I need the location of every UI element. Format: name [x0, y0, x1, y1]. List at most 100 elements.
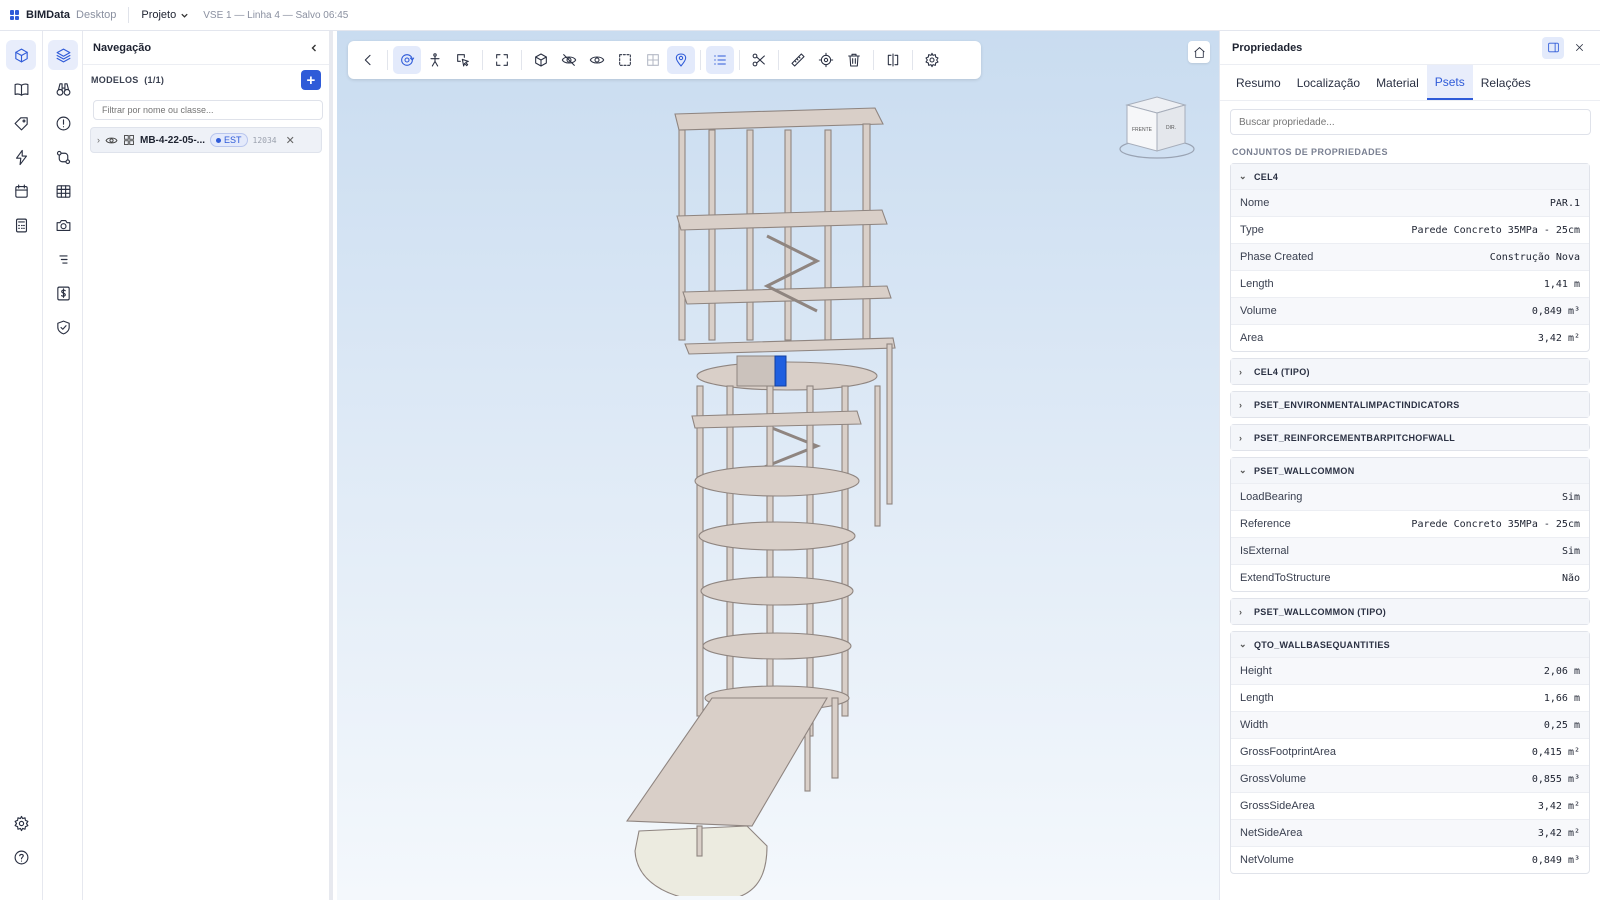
map-pin-icon: [675, 53, 687, 67]
close-icon[interactable]: ✕: [286, 134, 295, 147]
settings-button[interactable]: [6, 808, 36, 838]
tab-resumo[interactable]: Resumo: [1228, 65, 1289, 100]
budget-button[interactable]: [48, 278, 78, 308]
tab-localizacao[interactable]: Localização: [1289, 65, 1368, 100]
docs-button[interactable]: [6, 74, 36, 104]
pset-reinforcement: › PSET_REINFORCEMENTBARPITCHOFWALL: [1230, 424, 1590, 451]
chevron-right-icon: ›: [1239, 606, 1243, 617]
dashed-square-icon: [619, 54, 631, 66]
locate-button[interactable]: [812, 46, 840, 74]
project-menu[interactable]: Projeto: [141, 9, 189, 21]
close-panel-button[interactable]: [1568, 37, 1590, 59]
viewer-3d-button[interactable]: [6, 40, 36, 70]
viewer-toolbar: [348, 41, 981, 79]
home-view-button[interactable]: [1188, 41, 1210, 63]
property-search-input[interactable]: [1230, 109, 1591, 135]
pset-header[interactable]: › PSET_WALLCOMMON (TIPO): [1231, 599, 1589, 624]
view-cube[interactable]: FRENTE DIR.: [1117, 91, 1197, 161]
brand: BIMData Desktop: [10, 9, 116, 21]
dock-panel-button[interactable]: [1542, 36, 1564, 59]
fullscreen-icon: [496, 54, 508, 66]
compare-button[interactable]: [48, 142, 78, 172]
property-sets-title: CONJUNTOS DE PROPRIEDADES: [1232, 147, 1388, 157]
model-list-item[interactable]: › MB-4-22-05-... EST 12034 ✕: [90, 127, 322, 153]
compliance-button[interactable]: [48, 312, 78, 342]
list-icon: [714, 55, 726, 65]
property-row: Length 1,41 m: [1231, 270, 1589, 297]
issues-button[interactable]: [48, 108, 78, 138]
orbit-button[interactable]: [393, 46, 421, 74]
properties-title: Propriedades: [1232, 41, 1303, 54]
lightning-icon: [15, 149, 27, 165]
hide-button[interactable]: [555, 46, 583, 74]
chevron-left-icon[interactable]: [309, 43, 319, 53]
selection-box-button[interactable]: [611, 46, 639, 74]
pset-header[interactable]: › CEL4 (TIPO): [1231, 359, 1589, 384]
ruler-icon: [791, 53, 805, 67]
tab-psets[interactable]: Psets: [1426, 65, 1473, 100]
back-button[interactable]: [354, 46, 382, 74]
layers-button[interactable]: [48, 40, 78, 70]
pset-header[interactable]: ⌄ CEL4: [1231, 164, 1589, 189]
section-cut-button[interactable]: [745, 46, 773, 74]
cube-icon: [535, 53, 547, 67]
eye-icon[interactable]: [105, 134, 118, 147]
property-row: GrossFootprintArea 0,415 m²: [1231, 738, 1589, 765]
automation-button[interactable]: [6, 142, 36, 172]
tag-icon: [14, 116, 28, 130]
table-button[interactable]: [48, 176, 78, 206]
tags-button[interactable]: [6, 108, 36, 138]
pset-header[interactable]: › PSET_REINFORCEMENTBARPITCHOFWALL: [1231, 425, 1589, 450]
calculator-button[interactable]: [6, 210, 36, 240]
select-area-button[interactable]: [449, 46, 477, 74]
chevron-down-icon: ⌄: [1239, 171, 1247, 181]
fit-view-button[interactable]: [488, 46, 516, 74]
tab-relacoes[interactable]: Relações: [1473, 65, 1539, 100]
property-row: IsExternal Sim: [1231, 537, 1589, 564]
3d-viewer[interactable]: FRENTE DIR.: [337, 31, 1219, 900]
property-row: Volume 0,849 m³: [1231, 297, 1589, 324]
property-row: GrossVolume 0,855 m³: [1231, 765, 1589, 792]
dollar-doc-icon: [56, 286, 70, 300]
pset-header[interactable]: › PSET_ENVIRONMENTALIMPACTINDICATORS: [1231, 392, 1589, 417]
pset-header[interactable]: ⌄ PSET_WALLCOMMON: [1231, 458, 1589, 483]
calendar-button[interactable]: [6, 176, 36, 206]
list-button[interactable]: [48, 244, 78, 274]
model-filter-input[interactable]: [93, 100, 323, 120]
isolate-button[interactable]: [527, 46, 555, 74]
person-walk-icon: [430, 53, 440, 67]
chevron-right-icon: ›: [1239, 399, 1243, 410]
delete-button[interactable]: [840, 46, 868, 74]
tab-material[interactable]: Material: [1368, 65, 1427, 100]
pin-button[interactable]: [667, 46, 695, 74]
show-button[interactable]: [583, 46, 611, 74]
add-model-button[interactable]: +: [301, 70, 321, 90]
viewer-settings-button[interactable]: [918, 46, 946, 74]
transparency-button[interactable]: [639, 46, 667, 74]
view-cube-front[interactable]: FRENTE: [1132, 127, 1153, 133]
property-row: NetSideArea 3,42 m²: [1231, 819, 1589, 846]
selected-wall[interactable]: [774, 355, 787, 387]
binoculars-button[interactable]: [48, 74, 78, 104]
secondary-rail: [43, 31, 83, 900]
walk-button[interactable]: [421, 46, 449, 74]
shield-check-icon: [56, 320, 70, 334]
gear-icon: [925, 52, 939, 68]
measure-button[interactable]: [784, 46, 812, 74]
pset-cel4-tipo: › CEL4 (TIPO): [1230, 358, 1590, 385]
help-button[interactable]: [6, 842, 36, 872]
camera-button[interactable]: [48, 210, 78, 240]
tree-list-button[interactable]: [706, 46, 734, 74]
pset-header[interactable]: ⌄ QTO_WALLBASEQUANTITIES: [1231, 632, 1589, 657]
split-view-button[interactable]: [879, 46, 907, 74]
chevron-down-icon: [181, 13, 188, 18]
navigation-header: Navegação: [83, 31, 329, 65]
chevron-right-icon[interactable]: ›: [97, 135, 100, 145]
cube-icon: [14, 48, 28, 62]
chevron-right-icon: ›: [1239, 432, 1243, 443]
view-cube-right[interactable]: DIR.: [1166, 125, 1176, 131]
property-row: Width 0,25 m: [1231, 711, 1589, 738]
chevron-right-icon: ›: [1239, 366, 1243, 377]
building-model[interactable]: [617, 86, 917, 896]
eye-icon: [589, 56, 605, 64]
